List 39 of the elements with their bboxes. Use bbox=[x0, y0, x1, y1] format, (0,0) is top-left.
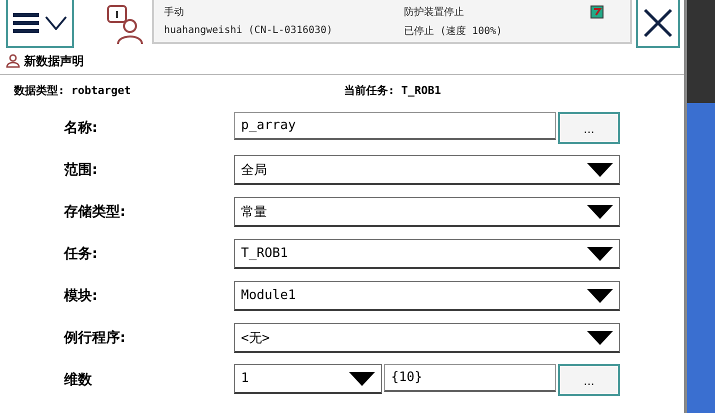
field-label: 任务: bbox=[64, 245, 99, 263]
dropdown[interactable]: 1 bbox=[234, 364, 382, 394]
stopped-state-text: 已停止 (速度 100%) bbox=[404, 24, 504, 38]
close-button[interactable] bbox=[636, 0, 680, 48]
menu-icon bbox=[13, 13, 39, 33]
caret-icon bbox=[587, 204, 613, 218]
field-label: 名称: bbox=[64, 119, 99, 137]
dimension-input[interactable]: {10} bbox=[384, 364, 556, 392]
caret-icon bbox=[587, 246, 613, 260]
data-type-text: 数据类型: robtarget bbox=[14, 83, 132, 98]
dropdown[interactable]: T_ROB1 bbox=[234, 239, 620, 269]
field-label: 模块: bbox=[64, 287, 99, 305]
dropdown[interactable]: 全局 bbox=[234, 155, 620, 185]
menu-button[interactable] bbox=[6, 0, 74, 48]
guard-stop-text: 防护装置停止 bbox=[404, 6, 465, 18]
field-label: 例行程序: bbox=[64, 329, 127, 347]
user-icon bbox=[6, 54, 20, 68]
caret-icon bbox=[587, 288, 613, 302]
mode-text: 手动 bbox=[164, 6, 185, 18]
chevron-down-icon bbox=[45, 16, 67, 30]
current-task-text: 当前任务: T_ROB1 bbox=[344, 83, 442, 98]
caret-icon bbox=[587, 330, 613, 344]
status-panel[interactable]: 手动 防护装置停止 huahangweishi (CN-L-0316030) 已停止 (速度 100%) bbox=[152, 0, 632, 44]
browse-button[interactable]: ... bbox=[558, 112, 620, 144]
dropdown[interactable]: Module1 bbox=[234, 281, 620, 311]
field-label: 维数 bbox=[64, 371, 93, 389]
controller-name-text: huahangweishi (CN-L-0316030) bbox=[164, 25, 334, 36]
info-user-icon[interactable] bbox=[106, 4, 144, 44]
caret-icon bbox=[349, 372, 375, 386]
dropdown[interactable]: <无> bbox=[234, 323, 620, 353]
browse-button[interactable]: ... bbox=[558, 364, 620, 396]
status-icon bbox=[590, 4, 604, 18]
close-icon bbox=[643, 8, 673, 38]
field-label: 范围: bbox=[64, 161, 99, 179]
dropdown[interactable]: 常量 bbox=[234, 197, 620, 227]
caret-icon bbox=[587, 162, 613, 176]
page-title: 新数据声明 bbox=[24, 52, 84, 70]
name-input[interactable]: p_array bbox=[234, 112, 556, 140]
field-label: 存储类型: bbox=[64, 203, 127, 221]
